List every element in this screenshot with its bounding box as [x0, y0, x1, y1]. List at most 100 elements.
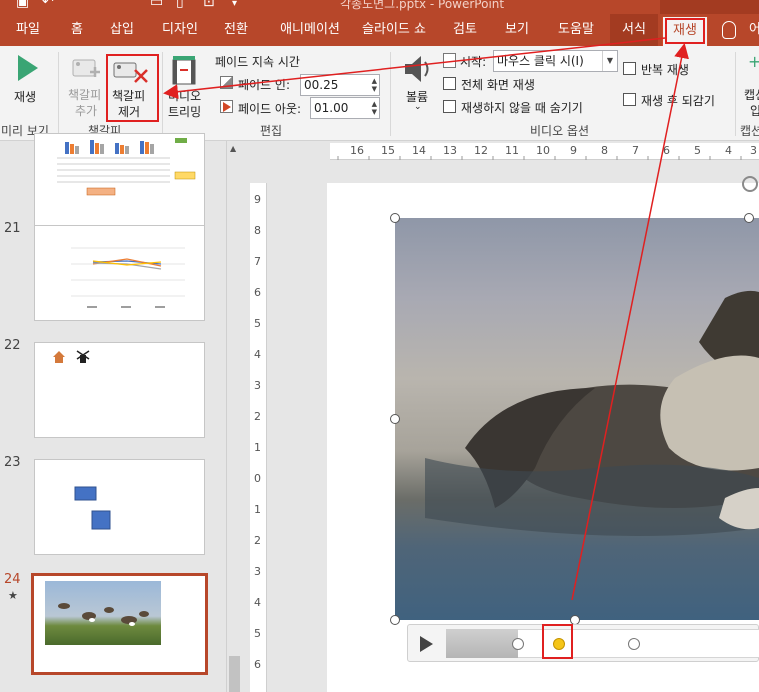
resize-handle[interactable] — [744, 213, 754, 223]
resize-handle[interactable] — [390, 213, 400, 223]
resize-handle[interactable] — [390, 615, 400, 625]
start-select[interactable]: 마우스 클릭 시(I) ▼ — [493, 50, 618, 72]
tab-insert[interactable]: 삽입 — [100, 14, 144, 46]
video-options-group-label: 비디오 옵션 — [530, 124, 590, 138]
scrollbar-thumb[interactable] — [229, 656, 240, 692]
fade-out-icon — [220, 100, 233, 113]
captions-group-label: 캡션 — [740, 124, 759, 138]
tab-overflow[interactable]: 어 — [748, 14, 759, 46]
print-preview-icon[interactable]: ⊡ — [203, 0, 215, 10]
insert-captions-icon[interactable]: + — [748, 52, 759, 71]
ruler-label: 2 — [254, 534, 261, 547]
tab-file[interactable]: 파일 — [0, 14, 56, 46]
tab-help[interactable]: 도움말 — [548, 14, 604, 46]
spinner-arrows-icon[interactable]: ▲ ▼ — [372, 100, 377, 116]
undo-icon[interactable]: ↶ — [42, 0, 54, 10]
hide-label: 재생하지 않을 때 숨기기 — [461, 101, 583, 115]
tab-format[interactable]: 서식 — [610, 14, 658, 46]
tab-home[interactable]: 홈 — [60, 14, 94, 46]
ribbon-tab-bar: 파일 홈 삽입 디자인 전환 애니메이션 슬라이드 쇼 검토 보기 도움말 서식… — [0, 14, 759, 46]
tab-review[interactable]: 검토 — [444, 14, 486, 46]
playback-tab-highlight — [665, 18, 705, 44]
start-value: 마우스 클릭 시(I) — [497, 54, 584, 68]
ruler-label: 8 — [254, 224, 261, 237]
thumbnail-icons-picture — [53, 350, 90, 363]
slide-number: 22 — [4, 338, 21, 353]
video-frame[interactable] — [395, 218, 759, 620]
bookmark-marker[interactable] — [628, 638, 640, 650]
resize-handle[interactable] — [390, 414, 400, 424]
scroll-up-icon[interactable]: ▲ — [230, 144, 236, 153]
spinner-arrows-icon[interactable]: ▲ ▼ — [372, 77, 377, 93]
trim-video-label-2[interactable]: 트리밍 — [168, 103, 201, 120]
rewind-label: 재생 후 되감기 — [641, 94, 715, 108]
captions-label-1[interactable]: 캡션 — [744, 86, 759, 103]
play-icon[interactable] — [420, 636, 433, 652]
ruler-label: 7 — [632, 144, 639, 157]
fade-out-label: 페이드 아웃: — [238, 102, 302, 116]
remove-bookmark-button[interactable]: 책갈피 제거 — [106, 54, 159, 122]
tab-animations[interactable]: 애니메이션 — [268, 14, 352, 46]
open-icon[interactable]: ▭ — [150, 0, 163, 10]
ruler-label: 4 — [725, 144, 732, 157]
captions-label-2[interactable]: 입 — [750, 102, 759, 119]
chevron-down-icon[interactable]: ▼ — [602, 51, 617, 71]
slide-number: 21 — [4, 221, 21, 236]
timeline-progress — [446, 629, 518, 658]
thumbnail-line-chart-picture — [71, 247, 185, 308]
ruler-label: 0 — [254, 472, 261, 485]
play-preview-icon[interactable] — [18, 55, 38, 81]
thumbnail-shapes-picture — [74, 486, 111, 530]
fade-in-spinner[interactable]: 00.25 ▲ ▼ — [300, 74, 380, 96]
ruler-label: 6 — [254, 658, 261, 671]
new-icon[interactable]: ▯ — [176, 0, 184, 10]
group-divider — [735, 52, 736, 136]
ruler-label: 10 — [536, 144, 550, 157]
slide-thumbnail-selected[interactable] — [31, 573, 208, 675]
ruler-label: 15 — [381, 144, 395, 157]
fade-out-spinner[interactable]: 01.00 ▲ ▼ — [310, 97, 380, 119]
play-preview-label[interactable]: 재생 — [14, 88, 36, 105]
customize-qat-icon[interactable]: ▾ — [232, 0, 237, 9]
ruler-label: 3 — [750, 144, 757, 157]
ruler-label: 3 — [254, 379, 261, 392]
document-title: 각종도면그.pptx - PowerPoint — [340, 0, 505, 11]
tab-transitions[interactable]: 전환 — [214, 14, 258, 46]
rotate-handle-icon[interactable] — [742, 176, 758, 192]
ruler-label: 1 — [254, 503, 261, 516]
slide-thumbnail[interactable] — [34, 459, 205, 555]
trim-video-label-1[interactable]: 비디오 — [168, 87, 201, 104]
ruler-label: 12 — [474, 144, 488, 157]
media-controls — [407, 624, 759, 662]
tab-slideshow[interactable]: 슬라이드 쇼 — [356, 14, 432, 46]
start-label: 시작: — [460, 55, 487, 69]
rewind-checkbox[interactable] — [623, 93, 636, 106]
start-icon — [443, 53, 456, 68]
slide-thumbnail-pane: 21 22 23 24 ★ — [0, 133, 226, 692]
animation-star-icon: ★ — [8, 589, 18, 602]
add-bookmark-label-1[interactable]: 책갈피 — [68, 86, 101, 103]
tab-view[interactable]: 보기 — [496, 14, 538, 46]
fade-duration-title: 페이드 지속 시간 — [215, 55, 300, 69]
volume-dropdown-icon[interactable]: ⌄ — [414, 102, 422, 112]
loop-checkbox[interactable] — [623, 62, 636, 75]
save-icon[interactable]: ▣ — [16, 0, 29, 10]
ruler-label: 14 — [412, 144, 426, 157]
trim-video-icon — [172, 56, 196, 85]
ruler-label: 5 — [254, 317, 261, 330]
slide-thumbnail[interactable] — [34, 225, 205, 321]
tab-playback[interactable]: 재생 — [662, 17, 708, 46]
bookmark-marker[interactable] — [512, 638, 524, 650]
thumbnail-scrollbar[interactable]: ▲ — [226, 141, 242, 692]
tell-me-icon[interactable] — [722, 21, 736, 39]
fullscreen-checkbox[interactable] — [443, 77, 456, 90]
slide-thumbnail[interactable] — [34, 133, 205, 229]
volume-icon — [405, 56, 429, 82]
tab-design[interactable]: 디자인 — [152, 14, 208, 46]
ruler-label: 4 — [254, 596, 261, 609]
add-bookmark-label-2[interactable]: 추가 — [75, 102, 97, 119]
slide-thumbnail[interactable] — [34, 342, 205, 438]
hide-checkbox[interactable] — [443, 100, 456, 113]
ruler-label: 11 — [505, 144, 519, 157]
editing-group-label: 편집 — [260, 124, 283, 138]
